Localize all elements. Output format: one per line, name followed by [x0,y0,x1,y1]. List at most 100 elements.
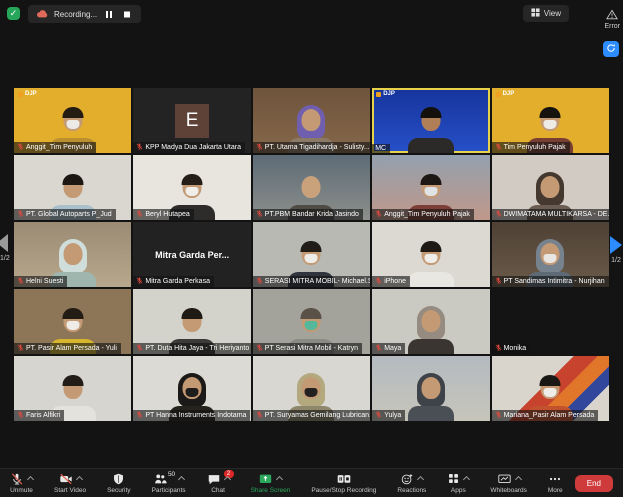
chevron-up-icon[interactable] [178,476,185,483]
chevron-up-icon[interactable] [515,476,522,483]
mic-muted-icon [136,344,143,353]
participant-nameplate: Faris Alfikri [14,410,64,421]
refresh-button[interactable] [603,41,619,57]
participant-name: Tim Penyuluh Pajak [504,144,566,151]
mic-muted-icon [17,344,24,353]
mic-muted-icon [375,277,382,286]
participant-tile[interactable]: PT. Global Autoparts P_Jud [14,155,131,220]
participant-tile[interactable]: PT. Duta Hita Jaya - Tri Heriyanto [133,289,250,354]
reactions-icon [400,472,414,491]
participant-name: Anggit_Tim Penyuluh [26,144,92,151]
chevron-up-icon[interactable] [417,476,424,483]
participant-tile[interactable]: Maya [372,289,489,354]
participant-nameplate: SERASI MITRA MOBIL- Michael.S [253,276,370,287]
recording-indicator: Recording... [28,5,141,23]
toolbar-share-screen[interactable]: Share Screen [251,469,291,497]
chevron-up-icon[interactable] [463,476,470,483]
participant-nameplate: DWIMATAMA MULTIKARSA - DE... [492,209,609,220]
encryption-shield-icon[interactable]: ✓ [7,7,20,20]
mic-muted-icon [136,210,143,219]
participant-name: Anggit_Tim Penyuluh Pajak [384,211,470,218]
participant-tile[interactable]: PT. Utama Tigadihardja - Sulisty... [253,88,370,153]
toolbar-more[interactable]: More [548,469,563,497]
pause-stop-icon [336,472,352,491]
participant-name: Faris Alfikri [26,412,60,419]
pause-recording-button[interactable] [103,10,115,19]
toolbar-participants[interactable]: 50Participants [152,469,186,497]
mic-off-icon [10,472,24,491]
mic-muted-icon [136,277,143,286]
page-indicator: 1/2 [0,255,10,262]
participant-tile[interactable]: PT.PBM Bandar Krida Jasindo [253,155,370,220]
participant-tile[interactable]: Anggit_Tim Penyuluh Pajak [372,155,489,220]
participant-name: Maya [384,345,401,352]
previous-page-arrow[interactable]: 1/2 [0,234,10,262]
participant-nameplate: PT. Global Autoparts P_Jud [14,209,116,220]
participant-tile[interactable]: Yulya [372,356,489,421]
participant-tile[interactable]: Monika [492,289,609,354]
mic-muted-icon [256,143,263,152]
participant-tile[interactable]: PT. Pasir Alam Persada - Yuli [14,289,131,354]
participant-tile[interactable]: DWIMATAMA MULTIKARSA - DE... [492,155,609,220]
page-indicator: 1/2 [611,257,621,264]
error-label: Error [604,23,620,30]
participant-display-name: Mitra Garda Per... [155,250,229,260]
participant-name: PT. Global Autoparts P_Jud [26,211,112,218]
mic-muted-icon [256,411,263,420]
participant-tile[interactable]: EKPP Madya Dua Jakarta Utara [133,88,250,153]
chevron-right-icon [610,236,622,254]
whiteboard-icon [497,472,512,491]
more-icon [548,472,562,491]
toolbar-security[interactable]: Security [107,469,130,497]
participant-nameplate: MC [372,144,390,153]
stop-recording-button[interactable] [121,10,133,19]
participant-tile[interactable]: DJP Anggit_Tim Penyuluh [14,88,131,153]
mic-muted-icon [17,143,24,152]
participant-name: Monika [504,345,527,352]
participant-video-figure [401,105,461,153]
next-page-arrow[interactable]: 1/2 [610,236,622,264]
view-button[interactable]: View [523,5,569,22]
participant-video-figure [401,373,461,421]
toolbar-apps[interactable]: Apps [447,469,469,497]
chevron-up-icon[interactable] [75,476,82,483]
error-indicator[interactable]: Error [604,9,620,30]
mic-muted-icon [495,411,502,420]
participant-tile[interactable]: PT Serasi Mitra Mobil - Katryn [253,289,370,354]
participant-nameplate: PT Sandimas Intimitra - Nurjihan [492,276,609,287]
chevron-up-icon[interactable] [224,476,231,483]
toolbar-unmute[interactable]: Unmute [10,469,33,497]
toolbar-start-video[interactable]: Start Video [54,469,86,497]
chevron-up-icon[interactable] [276,476,283,483]
participant-nameplate: Maya [372,343,405,354]
mic-muted-icon [256,210,263,219]
chat-icon [207,472,221,491]
participant-tile[interactable]: PT Hanna Instruments Indotama [133,356,250,421]
participant-nameplate: Anggit_Tim Penyuluh [14,142,96,153]
participant-tile[interactable]: iPhone [372,222,489,287]
participant-name: SERASI MITRA MOBIL- Michael.S [265,278,370,285]
participant-name: PT Sandimas Intimitra - Nurjihan [504,278,605,285]
djp-logo: DJP [18,91,37,97]
participant-tile[interactable]: DJPTim Penyuluh Pajak [492,88,609,153]
mic-muted-icon [495,143,502,152]
participant-tile[interactable]: DJPMC [372,88,489,153]
participant-nameplate: PT. Suryamas Gemilang Lubrican... [253,410,370,421]
mic-muted-icon [17,277,24,286]
participant-tile[interactable]: Helni Suesti [14,222,131,287]
toolbar-chat[interactable]: 2Chat [207,469,230,497]
participant-tile[interactable]: Faris Alfikri [14,356,131,421]
participant-tile[interactable]: Mariana_Pasir Alam Persada [492,356,609,421]
mic-muted-icon [495,277,502,286]
participant-tile[interactable]: PT Sandimas Intimitra - Nurjihan [492,222,609,287]
end-button[interactable]: End [575,475,613,492]
participant-tile[interactable]: PT. Suryamas Gemilang Lubrican... [253,356,370,421]
participant-tile[interactable]: Mitra Garda Per...Mitra Garda Perkasa [133,222,250,287]
toolbar-reactions[interactable]: Reactions [397,469,426,497]
chevron-up-icon[interactable] [27,476,34,483]
toolbar-pause-stop-recording[interactable]: Pause/Stop Recording [311,469,376,497]
participant-tile[interactable]: Beryl Hutapea [133,155,250,220]
toolbar-whiteboards[interactable]: Whiteboards [490,469,527,497]
apps-icon [447,472,460,490]
participant-tile[interactable]: SERASI MITRA MOBIL- Michael.S [253,222,370,287]
